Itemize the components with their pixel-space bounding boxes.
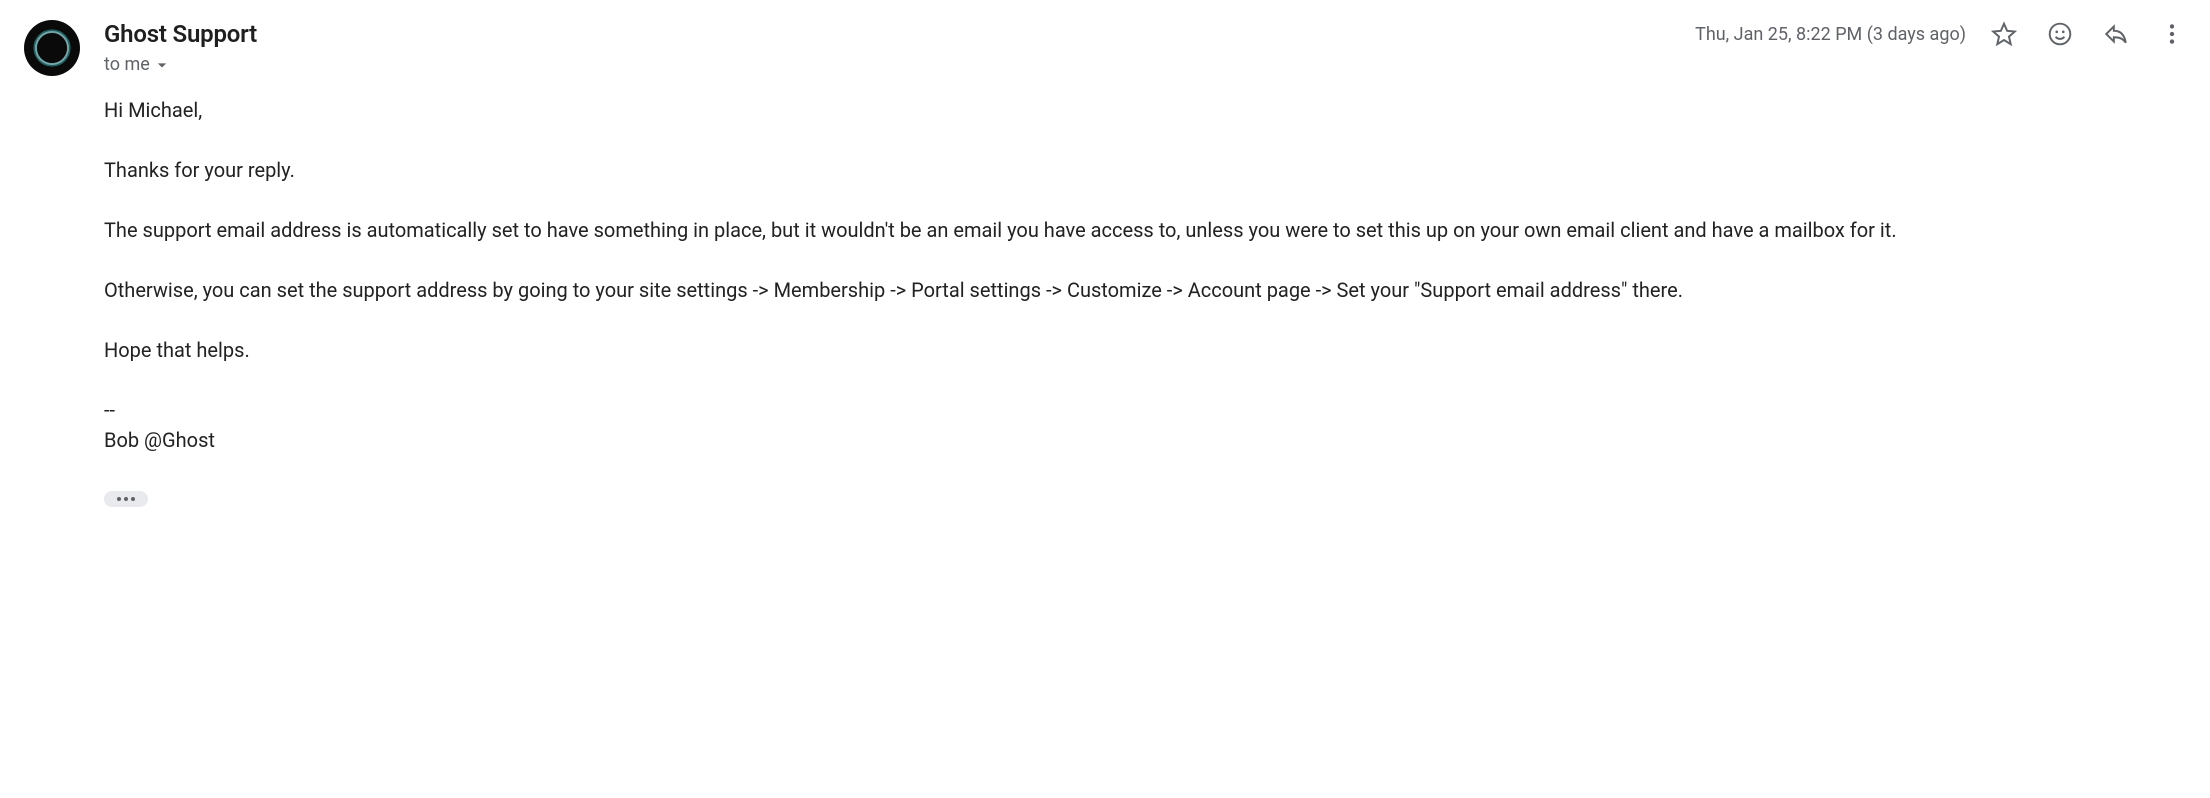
more-options-button[interactable]: [2158, 20, 2186, 48]
body-paragraph: The support email address is automatical…: [104, 215, 2186, 245]
sender-name[interactable]: Ghost Support: [104, 20, 257, 48]
greeting: Hi Michael,: [104, 95, 2186, 125]
body-paragraph: Hope that helps.: [104, 335, 2186, 365]
recipient-label: to me: [104, 54, 150, 75]
reply-icon: [2103, 21, 2129, 47]
email-body: Hi Michael, Thanks for your reply. The s…: [104, 95, 2186, 511]
ellipsis-icon: [114, 495, 138, 503]
reply-button[interactable]: [2102, 20, 2130, 48]
more-vertical-icon: [2159, 21, 2185, 47]
star-button[interactable]: [1990, 20, 2018, 48]
sender-avatar[interactable]: [24, 20, 80, 76]
email-timestamp: Thu, Jan 25, 8:22 PM (3 days ago): [1695, 24, 1966, 45]
action-icons: [1990, 20, 2186, 48]
signature: -- Bob @Ghost: [104, 395, 2186, 455]
recipient-row: to me: [104, 54, 257, 75]
body-paragraph: Thanks for your reply.: [104, 155, 2186, 185]
show-trimmed-button[interactable]: [104, 491, 148, 507]
sender-info: Ghost Support to me: [104, 20, 257, 75]
email-content-area: Ghost Support to me Thu, Jan 25, 8:22 PM…: [104, 20, 2186, 511]
email-header: Ghost Support to me Thu, Jan 25, 8:22 PM…: [104, 20, 2186, 75]
chevron-down-icon: [152, 55, 172, 75]
react-button[interactable]: [2046, 20, 2074, 48]
recipient-dropdown[interactable]: to me: [104, 54, 172, 75]
star-icon: [1991, 21, 2017, 47]
body-paragraph: Otherwise, you can set the support addre…: [104, 275, 2186, 305]
email-message: Ghost Support to me Thu, Jan 25, 8:22 PM…: [24, 20, 2186, 511]
signature-divider: --: [104, 395, 2186, 425]
signature-name: Bob @Ghost: [104, 425, 2186, 455]
ghost-logo-icon: [31, 27, 73, 69]
smiley-icon: [2047, 21, 2073, 47]
header-actions: Thu, Jan 25, 8:22 PM (3 days ago): [1695, 20, 2186, 48]
